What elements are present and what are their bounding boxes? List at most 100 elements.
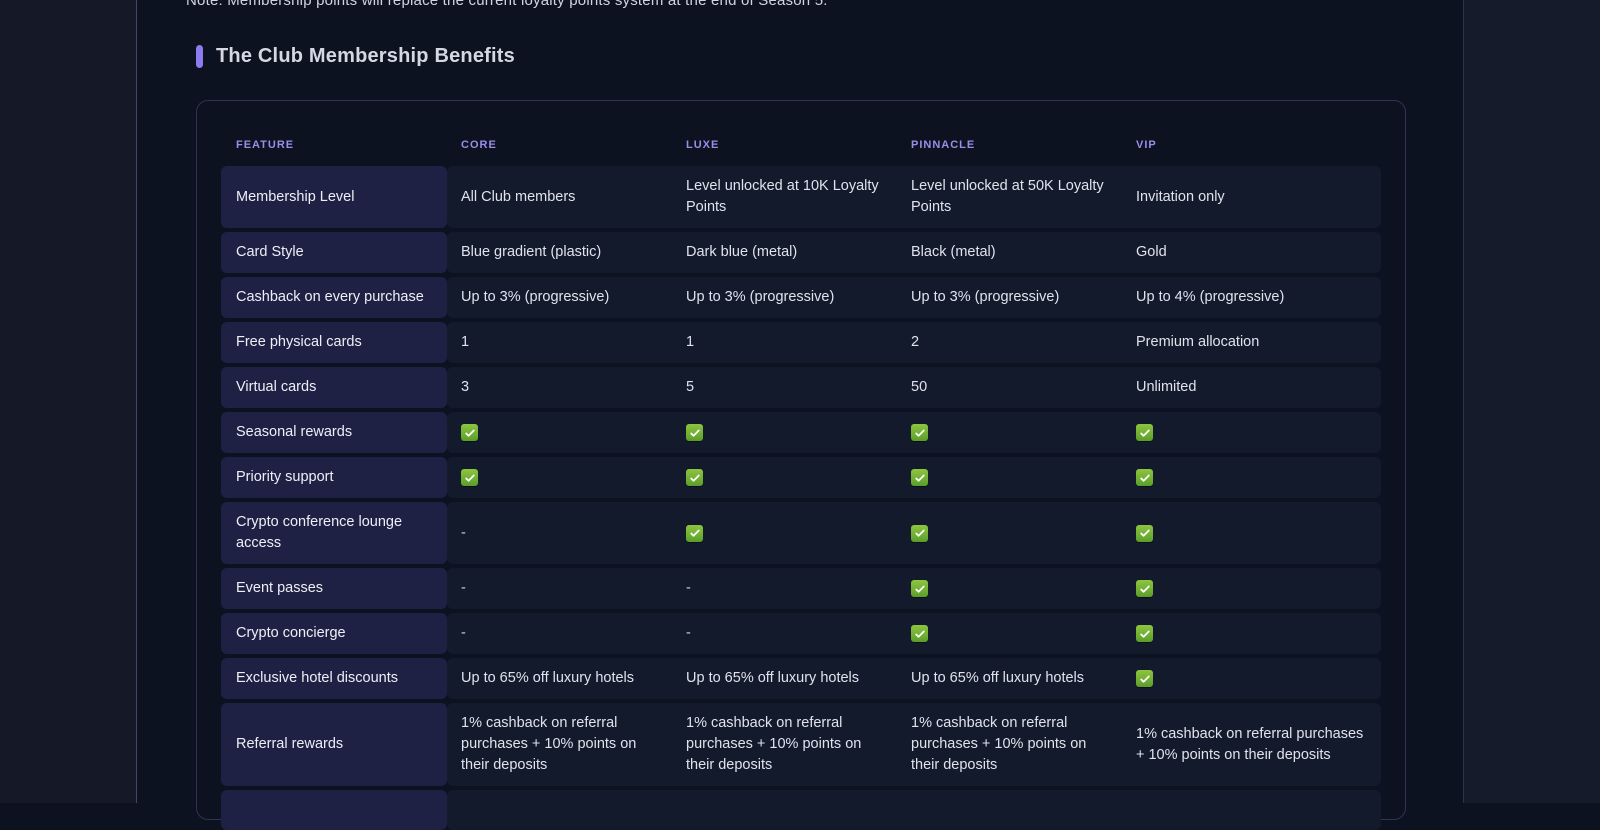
note-text: Note: Membership points will replace the… [186, 0, 828, 10]
value-cell: - [447, 613, 672, 654]
value-cell: 1 [672, 322, 897, 363]
feature-label: Virtual cards [236, 377, 316, 398]
table-row: Crypto conference lounge access - [221, 502, 1381, 564]
accent-bar-icon [196, 45, 203, 68]
column-header-core: CORE [447, 135, 672, 153]
feature-label: Priority support [236, 467, 334, 488]
cell-text: Black (metal) [911, 242, 996, 263]
value-cell: 1 [447, 322, 672, 363]
check-icon [686, 469, 703, 486]
check-icon [911, 424, 928, 441]
value-cell [1122, 790, 1381, 830]
value-cell: Up to 3% (progressive) [672, 277, 897, 318]
value-cell [1122, 412, 1381, 453]
cell-text: 1% cashback on referral purchases + 10% … [911, 713, 1110, 776]
cell-text: All Club members [461, 187, 575, 208]
cell-text: Invitation only [1136, 187, 1225, 208]
value-cell: Up to 65% off luxury hotels [897, 658, 1122, 699]
table-row: Event passes -- [221, 568, 1381, 609]
value-cell: - [672, 568, 897, 609]
feature-cell: Card Style [221, 232, 447, 273]
cell-text: Dark blue (metal) [686, 242, 797, 263]
cell-text: Up to 65% off luxury hotels [686, 668, 859, 689]
value-cell [897, 457, 1122, 498]
value-cell [897, 502, 1122, 564]
value-cell: 3 [447, 367, 672, 408]
column-header-label: LUXE [686, 139, 719, 151]
cell-text: Up to 65% off luxury hotels [911, 668, 1084, 689]
check-icon [461, 424, 478, 441]
cell-text: Up to 3% (progressive) [686, 287, 834, 308]
value-cell [1122, 457, 1381, 498]
feature-label: Event passes [236, 578, 323, 599]
column-header-luxe: LUXE [672, 135, 897, 153]
value-cell: 5 [672, 367, 897, 408]
cell-text: 1 [686, 332, 694, 353]
cell-text: 1% cashback on referral purchases + 10% … [1136, 724, 1369, 766]
cell-text: 2 [911, 332, 919, 353]
membership-benefits-table: FEATURE CORE LUXE PINNACLE VIP Membershi… [196, 100, 1406, 820]
column-header-vip: VIP [1122, 135, 1381, 153]
cell-text: 5 [686, 377, 694, 398]
right-page-margin [1463, 0, 1600, 803]
column-header-label: FEATURE [236, 139, 294, 151]
table-row: Priority support [221, 457, 1381, 498]
check-icon [1136, 424, 1153, 441]
value-cell [447, 457, 672, 498]
value-cell: Up to 3% (progressive) [447, 277, 672, 318]
feature-cell: Virtual cards [221, 367, 447, 408]
row-values: 11 2 Premium allocation [447, 322, 1381, 363]
feature-label: Free physical cards [236, 332, 362, 353]
feature-cell: Free physical cards [221, 322, 447, 363]
dash-mark: - [461, 623, 466, 644]
column-header-pinnacle: PINNACLE [897, 135, 1122, 153]
column-header-label: CORE [461, 139, 497, 151]
check-icon [1136, 625, 1153, 642]
cell-text: Up to 3% (progressive) [911, 287, 1059, 308]
feature-label: Membership Level [236, 187, 354, 208]
dash-mark: - [686, 623, 691, 644]
value-cell: Dark blue (metal) [672, 232, 897, 273]
section-header: The Club Membership Benefits [196, 45, 515, 68]
feature-label: Crypto concierge [236, 623, 346, 644]
value-cell: - [672, 613, 897, 654]
check-icon [1136, 469, 1153, 486]
check-icon [911, 525, 928, 542]
feature-cell: Crypto concierge [221, 613, 447, 654]
cell-text: Unlimited [1136, 377, 1196, 398]
value-cell: Premium allocation [1122, 322, 1381, 363]
value-cell: 2 [897, 322, 1122, 363]
row-values: 1% cashback on referral purchases + 10% … [447, 703, 1381, 786]
cell-text: 50 [911, 377, 927, 398]
row-values: Up to 65% off luxury hotels Up to 65% off… [447, 658, 1381, 699]
value-cell: Blue gradient (plastic) [447, 232, 672, 273]
feature-cell: Cashback on every purchase [221, 277, 447, 318]
cell-text: Up to 3% (progressive) [461, 287, 609, 308]
cell-text: 1% cashback on referral purchases + 10% … [461, 713, 660, 776]
value-cell: Level unlocked at 50K Loyalty Points [897, 166, 1122, 228]
cell-text: Level unlocked at 50K Loyalty Points [911, 176, 1110, 218]
feature-cell [221, 790, 447, 830]
value-cell: Gold [1122, 232, 1381, 273]
value-cell: Up to 3% (progressive) [897, 277, 1122, 318]
table-row: Seasonal rewards [221, 412, 1381, 453]
table-row: Crypto concierge - - [221, 613, 1381, 654]
column-header-label: VIP [1136, 139, 1157, 151]
row-values [447, 790, 1381, 830]
value-cell: 1% cashback on referral purchases + 10% … [897, 703, 1122, 786]
table-row: Free physical cards 11 2 Premium allocatio… [221, 322, 1381, 363]
check-icon [686, 424, 703, 441]
cell-text: 1% cashback on referral purchases + 10% … [686, 713, 885, 776]
check-icon [461, 469, 478, 486]
feature-cell: Crypto conference lounge access [221, 502, 447, 564]
cell-text: 3 [461, 377, 469, 398]
cell-text: Blue gradient (plastic) [461, 242, 601, 263]
feature-cell: Referral rewards [221, 703, 447, 786]
value-cell [897, 412, 1122, 453]
value-cell: Up to 4% (progressive) [1122, 277, 1381, 318]
check-icon [911, 469, 928, 486]
feature-label: Cashback on every purchase [236, 287, 424, 308]
feature-label: Crypto conference lounge access [236, 512, 435, 554]
value-cell: Up to 65% off luxury hotels [447, 658, 672, 699]
value-cell: 1% cashback on referral purchases + 10% … [1122, 703, 1381, 786]
